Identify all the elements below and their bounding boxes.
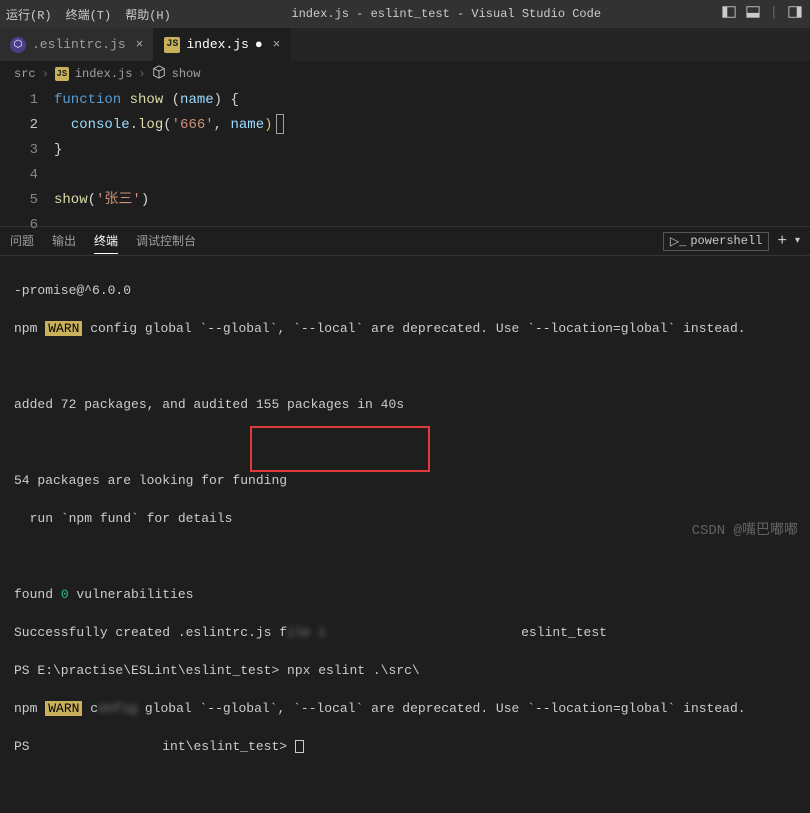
tab-indexjs[interactable]: JS index.js ● × (154, 28, 291, 61)
close-icon[interactable]: × (273, 37, 281, 52)
bc-symbol[interactable]: show (172, 67, 201, 81)
terminal-cursor (295, 740, 304, 753)
eslint-icon: ⬡ (10, 37, 26, 53)
layout-right-icon[interactable] (788, 5, 802, 24)
menu-run[interactable]: 运行(R) (6, 6, 52, 23)
menu-bar: 运行(R) 终端(T) 帮助(H) index.js - eslint_test… (0, 0, 810, 28)
warn-badge: WARN (45, 701, 82, 716)
bc-file[interactable]: index.js (75, 67, 133, 81)
editor[interactable]: 1 2 3 4 5 6 function show (name) { conso… (0, 86, 810, 226)
modified-dot-icon: ● (255, 37, 263, 52)
layout-left-icon[interactable] (722, 5, 736, 24)
close-icon[interactable]: × (136, 37, 144, 52)
layout-bottom-icon[interactable] (746, 5, 760, 24)
chevron-right-icon: › (138, 67, 145, 81)
chevron-right-icon: › (42, 67, 49, 81)
warn-badge: WARN (45, 321, 82, 336)
tab-label: index.js (186, 37, 248, 52)
menu-terminal[interactable]: 终端(T) (66, 6, 112, 23)
terminal-output[interactable]: -promise@^6.0.0 npm WARN config global `… (0, 256, 810, 506)
breadcrumb[interactable]: src › JS index.js › show (0, 62, 810, 86)
bc-src[interactable]: src (14, 67, 36, 81)
tab-bar: ⬡ .eslintrc.js × JS index.js ● × (0, 28, 810, 62)
js-icon: JS (55, 67, 69, 81)
line-gutter: 1 2 3 4 5 6 (0, 86, 54, 226)
menu-help[interactable]: 帮助(H) (125, 6, 171, 23)
watermark: CSDN @嘴巴嘟嘟 (692, 519, 798, 539)
tab-eslintrc[interactable]: ⬡ .eslintrc.js × (0, 28, 154, 61)
cube-icon (152, 65, 166, 83)
window-title: index.js - eslint_test - Visual Studio C… (171, 7, 722, 21)
js-icon: JS (164, 37, 180, 53)
tab-label: .eslintrc.js (32, 37, 126, 52)
code-area[interactable]: function show (name) { console.log('666'… (54, 86, 810, 226)
